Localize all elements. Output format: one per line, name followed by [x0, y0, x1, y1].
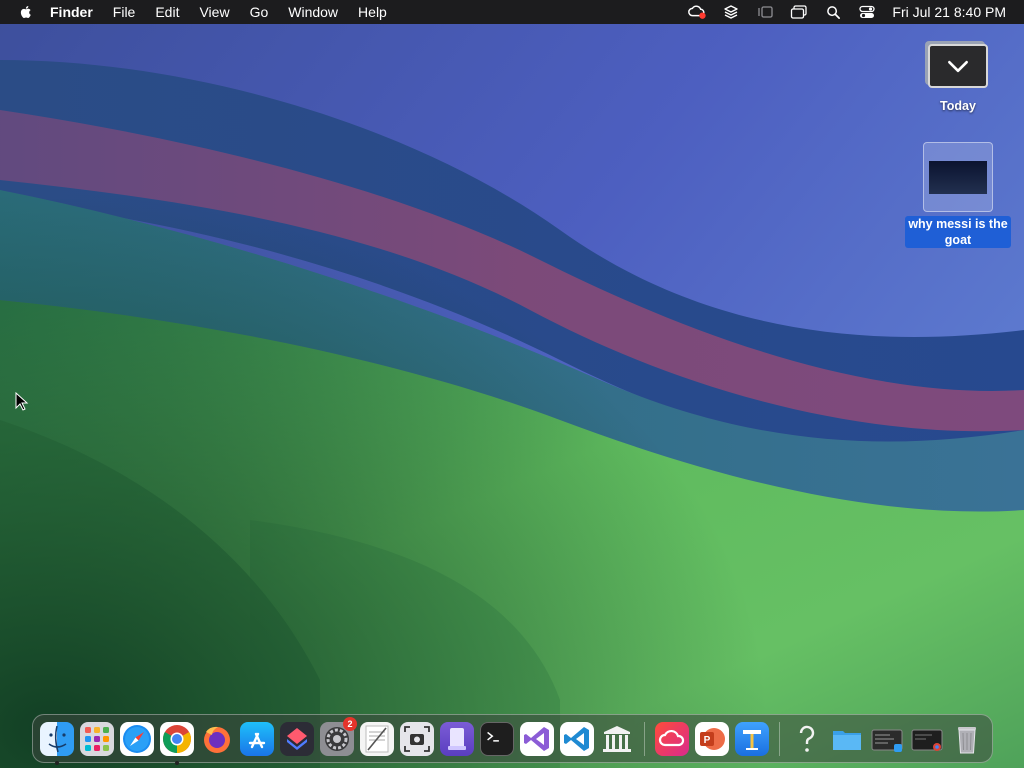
menu-app-name[interactable]: Finder [50, 0, 103, 24]
menu-bar: Finder File Edit View Go Window Help Fri… [0, 0, 1024, 24]
stack-icon [928, 44, 988, 88]
menu-file[interactable]: File [103, 0, 146, 24]
dock-textedit[interactable] [359, 721, 395, 757]
dock-visual-studio[interactable] [519, 721, 555, 757]
apple-menu-icon[interactable] [18, 4, 34, 20]
dock-terminal[interactable] [479, 721, 515, 757]
visual-studio-icon [520, 721, 554, 756]
dock: 2 P [32, 714, 993, 765]
dock-system-settings[interactable]: 2 [319, 716, 357, 757]
dock-chrome[interactable] [159, 721, 195, 765]
dock-keynote[interactable] [734, 721, 770, 757]
dock-recent-window-2[interactable] [909, 721, 945, 757]
terminal-icon [480, 721, 514, 756]
screen-mirror-icon[interactable] [787, 0, 811, 24]
simulator-icon [440, 721, 474, 756]
desktop-icon-today[interactable]: Today [903, 44, 1013, 114]
keynote-icon [735, 721, 769, 756]
launchpad-icon [80, 721, 114, 756]
dock-simulator[interactable] [439, 721, 475, 757]
dock-help[interactable] [789, 721, 825, 757]
library-icon [600, 722, 634, 756]
presentation-document-icon [923, 142, 993, 212]
dock-screenshot[interactable] [399, 721, 435, 757]
dock-downloads-folder[interactable] [829, 721, 865, 757]
chrome-icon [160, 721, 194, 756]
safari-icon [120, 721, 154, 756]
mouse-pointer-icon [15, 391, 29, 412]
question-mark-icon [790, 722, 824, 756]
dock-recent-window-1[interactable] [869, 721, 905, 757]
spotlight-search-icon[interactable] [821, 0, 845, 24]
menu-help[interactable]: Help [348, 0, 397, 24]
dock-powerpoint[interactable]: P [694, 721, 730, 757]
notification-badge: 2 [343, 716, 357, 731]
dock-separator [779, 721, 780, 756]
dock-app-store[interactable] [239, 721, 275, 757]
dock-shortcuts[interactable] [279, 721, 315, 757]
shortcuts-icon [280, 721, 314, 756]
dock-library[interactable] [599, 721, 635, 757]
control-center-icon[interactable] [855, 0, 879, 24]
creative-cloud-status-icon[interactable] [685, 0, 709, 24]
svg-text:P: P [704, 735, 711, 746]
desktop-icon-document[interactable]: why messi is the goat [903, 142, 1013, 248]
dock-firefox[interactable] [199, 721, 235, 757]
menu-go[interactable]: Go [240, 0, 279, 24]
layers-icon[interactable] [719, 0, 743, 24]
desktop-wallpaper [0, 0, 1024, 768]
desktop-icon-label-selected: why messi is the goat [905, 216, 1011, 248]
app-store-icon [240, 721, 274, 756]
creative-cloud-icon [655, 721, 689, 756]
dock-vscode[interactable] [559, 721, 595, 757]
finder-icon [40, 721, 74, 756]
window-thumbnail-icon [910, 722, 944, 756]
desktop-icon-label: Today [940, 99, 976, 113]
window-thumbnail-icon [870, 722, 904, 756]
menu-window[interactable]: Window [278, 0, 348, 24]
dock-separator [644, 721, 645, 756]
menu-clock[interactable]: Fri Jul 21 8:40 PM [884, 4, 1024, 20]
menu-edit[interactable]: Edit [145, 0, 189, 24]
folder-icon [830, 722, 864, 756]
dock-finder[interactable] [39, 721, 75, 765]
textedit-icon [360, 721, 394, 756]
screenshot-icon [400, 721, 434, 756]
dock-trash[interactable] [949, 721, 985, 757]
menu-view[interactable]: View [189, 0, 239, 24]
dock-safari[interactable] [119, 721, 155, 757]
trash-icon [950, 722, 984, 756]
stage-manager-icon[interactable] [753, 0, 777, 24]
firefox-icon [200, 722, 234, 756]
powerpoint-icon: P [695, 721, 729, 756]
dock-launchpad[interactable] [79, 721, 115, 757]
vscode-icon [560, 721, 594, 756]
dock-creative-cloud[interactable] [654, 721, 690, 757]
